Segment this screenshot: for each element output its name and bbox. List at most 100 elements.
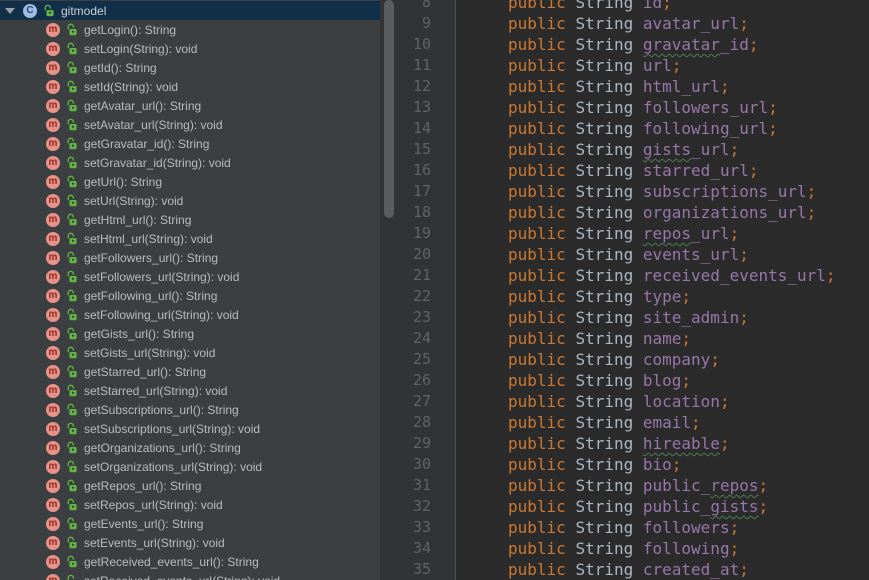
line-number[interactable]: 22 <box>398 286 456 307</box>
line-number[interactable]: 20 <box>398 244 456 265</box>
code-text[interactable]: public String followers_url; <box>456 97 778 118</box>
line-number[interactable]: 28 <box>398 412 456 433</box>
line-number[interactable]: 16 <box>398 160 456 181</box>
line-number[interactable]: 15 <box>398 139 456 160</box>
line-number[interactable]: 24 <box>398 328 456 349</box>
code-line[interactable]: 25 public String company; <box>398 349 869 370</box>
code-line[interactable]: 17 public String subscriptions_url; <box>398 181 869 202</box>
code-text[interactable]: public String gists_url; <box>456 139 739 160</box>
structure-method-row[interactable]: m getFollowing_url(): String <box>0 286 380 305</box>
line-number[interactable]: 25 <box>398 349 456 370</box>
code-text[interactable]: public String company; <box>456 349 720 370</box>
structure-method-row[interactable]: m setGravatar_id(String): void <box>0 153 380 172</box>
line-number[interactable]: 13 <box>398 97 456 118</box>
code-line[interactable]: 28 public String email; <box>398 412 869 433</box>
code-text[interactable]: public String avatar_url; <box>456 13 749 34</box>
code-line[interactable]: 18 public String organizations_url; <box>398 202 869 223</box>
structure-method-row[interactable]: m setId(String): void <box>0 77 380 96</box>
code-line[interactable]: 19 public String repos_url; <box>398 223 869 244</box>
line-number[interactable]: 34 <box>398 538 456 559</box>
line-number[interactable]: 21 <box>398 265 456 286</box>
code-text[interactable]: public String name; <box>456 328 691 349</box>
line-number[interactable]: 17 <box>398 181 456 202</box>
structure-root-row[interactable]: C gitmodel <box>0 1 380 20</box>
code-text[interactable]: public String html_url; <box>456 76 730 97</box>
code-line[interactable]: 23 public String site_admin; <box>398 307 869 328</box>
code-text[interactable]: public String id; <box>456 0 672 13</box>
line-number[interactable]: 11 <box>398 55 456 76</box>
code-line[interactable]: 31 public String public_repos; <box>398 475 869 496</box>
line-number[interactable]: 8 <box>398 0 456 13</box>
structure-method-row[interactable]: m getSubscriptions_url(): String <box>0 400 380 419</box>
line-number[interactable]: 18 <box>398 202 456 223</box>
line-number[interactable]: 19 <box>398 223 456 244</box>
code-line[interactable]: 15 public String gists_url; <box>398 139 869 160</box>
structure-method-row[interactable]: m getStarred_url(): String <box>0 362 380 381</box>
line-number[interactable]: 27 <box>398 391 456 412</box>
code-line[interactable]: 33 public String followers; <box>398 517 869 538</box>
code-text[interactable]: public String starred_url; <box>456 160 758 181</box>
line-number[interactable]: 23 <box>398 307 456 328</box>
scrollbar-thumb[interactable] <box>384 0 394 218</box>
code-text[interactable]: public String followers; <box>456 517 739 538</box>
code-line[interactable]: 8 public String id; <box>398 0 869 13</box>
code-editor[interactable]: 8 public String id; 9 public String avat… <box>398 0 869 580</box>
line-number[interactable]: 33 <box>398 517 456 538</box>
code-text[interactable]: public String received_events_url; <box>456 265 836 286</box>
code-text[interactable]: public String created_at; <box>456 559 749 580</box>
structure-method-row[interactable]: m setAvatar_url(String): void <box>0 115 380 134</box>
expand-arrow-icon[interactable] <box>5 7 15 14</box>
code-line[interactable]: 14 public String following_url; <box>398 118 869 139</box>
structure-method-row[interactable]: m getFollowers_url(): String <box>0 248 380 267</box>
structure-method-row[interactable]: m setOrganizations_url(String): void <box>0 457 380 476</box>
code-line[interactable]: 27 public String location; <box>398 391 869 412</box>
code-line[interactable]: 26 public String blog; <box>398 370 869 391</box>
code-line[interactable]: 11 public String url; <box>398 55 869 76</box>
line-number[interactable]: 29 <box>398 433 456 454</box>
code-line[interactable]: 30 public String bio; <box>398 454 869 475</box>
code-text[interactable]: public String events_url; <box>456 244 749 265</box>
code-text[interactable]: public String email; <box>456 412 701 433</box>
code-text[interactable]: public String public_repos; <box>456 475 768 496</box>
structure-method-row[interactable]: m setHtml_url(String): void <box>0 229 380 248</box>
code-text[interactable]: public String following_url; <box>456 118 778 139</box>
code-text[interactable]: public String public_gists; <box>456 496 768 517</box>
code-text[interactable]: public String organizations_url; <box>456 202 816 223</box>
code-text[interactable]: public String repos_url; <box>456 223 739 244</box>
structure-method-row[interactable]: m getId(): String <box>0 58 380 77</box>
line-number[interactable]: 26 <box>398 370 456 391</box>
structure-method-row[interactable]: m getAvatar_url(): String <box>0 96 380 115</box>
code-text[interactable]: public String bio; <box>456 454 681 475</box>
structure-method-row[interactable]: m setFollowers_url(String): void <box>0 267 380 286</box>
line-number[interactable]: 10 <box>398 34 456 55</box>
code-line[interactable]: 34 public String following; <box>398 538 869 559</box>
line-number[interactable]: 35 <box>398 559 456 580</box>
code-line[interactable]: 12 public String html_url; <box>398 76 869 97</box>
line-number[interactable]: 9 <box>398 13 456 34</box>
structure-method-row[interactable]: m getGravatar_id(): String <box>0 134 380 153</box>
structure-method-row[interactable]: m setEvents_url(String): void <box>0 533 380 552</box>
code-line[interactable]: 32 public String public_gists; <box>398 496 869 517</box>
structure-method-row[interactable]: m setFollowing_url(String): void <box>0 305 380 324</box>
line-number[interactable]: 14 <box>398 118 456 139</box>
structure-method-row[interactable]: m setSubscriptions_url(String): void <box>0 419 380 438</box>
structure-method-row[interactable]: m getUrl(): String <box>0 172 380 191</box>
code-line[interactable]: 9 public String avatar_url; <box>398 13 869 34</box>
structure-method-row[interactable]: m setGists_url(String): void <box>0 343 380 362</box>
code-line[interactable]: 24 public String name; <box>398 328 869 349</box>
structure-method-row[interactable]: m setReceived_events_url(String): void <box>0 571 380 580</box>
code-line[interactable]: 20 public String events_url; <box>398 244 869 265</box>
structure-method-row[interactable]: m setStarred_url(String): void <box>0 381 380 400</box>
code-text[interactable]: public String location; <box>456 391 730 412</box>
code-line[interactable]: 29 public String hireable; <box>398 433 869 454</box>
structure-method-row[interactable]: m getGists_url(): String <box>0 324 380 343</box>
code-line[interactable]: 16 public String starred_url; <box>398 160 869 181</box>
structure-method-row[interactable]: m getRepos_url(): String <box>0 476 380 495</box>
code-line[interactable]: 13 public String followers_url; <box>398 97 869 118</box>
code-line[interactable]: 10 public String gravatar_id; <box>398 34 869 55</box>
code-text[interactable]: public String following; <box>456 538 739 559</box>
structure-method-row[interactable]: m getHtml_url(): String <box>0 210 380 229</box>
code-text[interactable]: public String url; <box>456 55 681 76</box>
code-text[interactable]: public String gravatar_id; <box>456 34 758 55</box>
structure-method-row[interactable]: m getLogin(): String <box>0 20 380 39</box>
